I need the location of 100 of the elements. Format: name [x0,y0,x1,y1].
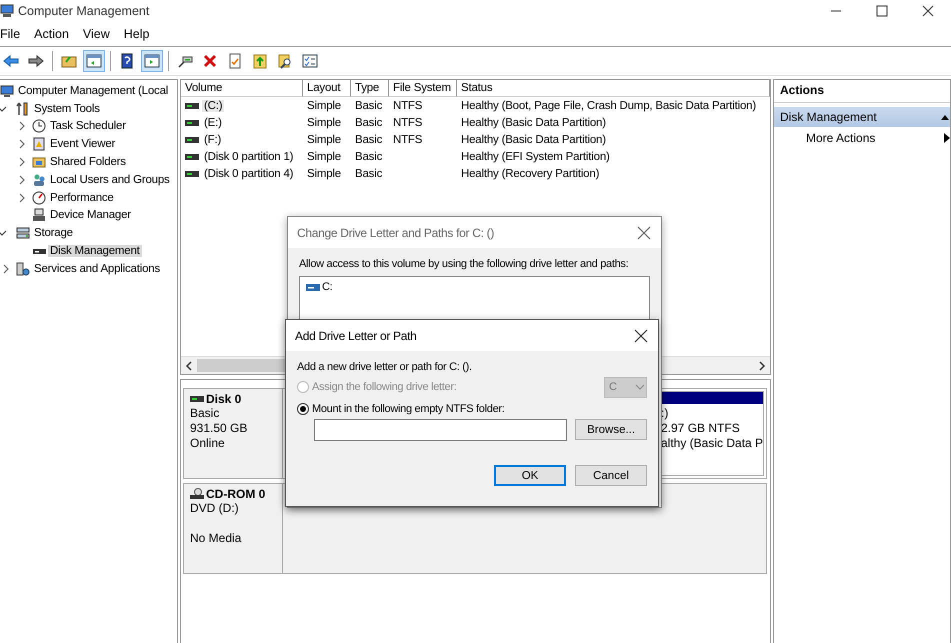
tree-item[interactable]: Device Manager [48,209,133,222]
option-label: Assign the following drive letter: [312,381,456,393]
computer-icon [0,4,14,18]
table-cell: Simple [307,151,341,164]
properties-icon [227,53,243,69]
column-header[interactable]: Volume [181,80,303,97]
path-item[interactable]: C: [322,281,332,293]
folder-path-field[interactable] [314,419,568,441]
services-icon [16,262,30,276]
table-cell[interactable]: (Disk 0 partition 4) [202,168,296,180]
clock-icon [32,119,46,134]
dialog-prompt: Add a new drive letter or path for C: (). [297,361,473,373]
disk-info: DVD (D:) [190,501,239,515]
table-cell: NTFS [393,100,422,112]
submenu-arrow-icon [942,133,950,143]
menu-item[interactable]: Help [116,27,156,41]
option-label: Mount in the following empty NTFS folder: [312,403,505,415]
cd-drive-icon [190,488,204,500]
action-pane-icon [144,53,160,69]
collapse-icon[interactable] [940,113,950,121]
table-cell: Healthy (Basic Data Partition) [461,134,606,146]
column-header[interactable]: Type [351,80,389,97]
action-item[interactable]: More Actions [774,127,950,149]
tree-item[interactable]: Services and Applications [32,262,162,275]
table-cell: Basic [355,151,382,164]
toolbar-button[interactable] [141,50,163,72]
checklist-icon [302,53,318,69]
help-icon [119,53,135,69]
tree-item[interactable]: Performance [48,192,116,204]
export-icon [252,53,268,69]
disk-status: Online [190,436,225,450]
tree-item[interactable]: Local Users and Groups [48,174,172,186]
computer-icon [0,84,14,98]
device-icon [32,208,46,222]
table-cell: Healthy (Boot, Page File, Crash Dump, Basic Data Partition) [461,100,756,112]
disk-info: Basic [190,406,220,420]
partition-label: :) [661,406,670,421]
partition-block[interactable]: :) 2.97 GB NTFS althy (Basic Data P [659,391,764,476]
table-cell: Basic [355,116,382,129]
tree-item[interactable]: Shared Folders [48,156,128,168]
table-cell: Healthy (Recovery Partition) [461,168,600,180]
table-cell[interactable]: (E:) [202,116,224,129]
console-pane-icon [86,53,102,69]
window-title: Computer Management [18,4,150,18]
drive-icon [185,120,199,126]
dialog-title: Change Drive Letter and Paths for C: () [297,226,496,240]
dialog-button[interactable]: Cancel [575,465,647,486]
tree-item[interactable]: System Tools [32,102,102,115]
search-icon [277,53,293,69]
action-group[interactable]: Disk Management [774,107,950,127]
table-cell: Simple [307,100,341,112]
radio-button[interactable] [297,403,309,415]
tools-icon [16,102,30,116]
tree-item[interactable]: Disk Management [48,245,142,258]
tree-item[interactable]: Computer Management (Local [16,84,170,97]
browse-button[interactable]: Browse... [575,419,647,440]
menu-item[interactable]: View [76,27,117,41]
table-cell: NTFS [393,134,422,146]
disk-status: No Media [190,531,242,545]
storage-icon [16,226,30,240]
drive-icon [185,136,199,143]
partition-size: 2.97 GB NTFS [661,421,741,436]
column-header[interactable]: Layout [303,80,351,97]
table-cell: NTFS [393,116,422,129]
tree-item[interactable]: Storage [32,227,75,240]
table-cell: Simple [307,116,341,129]
gauge-icon [32,190,46,205]
partition-status: althy (Basic Data P [661,436,762,451]
table-cell: Healthy (Basic Data Partition) [461,116,606,129]
drive-icon [185,102,199,109]
column-header[interactable]: Status [457,80,770,97]
tree-item[interactable]: Task Scheduler [48,120,128,132]
forward-arrow-icon [28,53,44,69]
table-cell: Basic [355,168,382,180]
drive-icon [306,284,320,290]
log-icon [32,137,46,152]
column-header[interactable]: File System [389,80,457,97]
dropdown-caret-icon [634,383,646,391]
disk-info: 931.50 GB [190,421,248,435]
users-icon [32,172,46,187]
table-cell: Basic [355,134,382,146]
dialog-button[interactable]: OK [494,465,566,486]
tree-item[interactable]: Event Viewer [48,138,118,150]
back-arrow-icon [3,53,19,69]
table-cell: Simple [307,168,341,180]
toolbar-button[interactable] [83,50,105,72]
menu-item[interactable]: File [0,27,28,41]
table-cell[interactable]: (C:) [202,100,224,112]
actions-header: Actions [774,80,950,103]
table-cell[interactable]: (F:) [202,134,224,146]
table-cell[interactable]: (Disk 0 partition 1) [202,151,296,164]
dialog-prompt: Allow access to this volume by using the following drive letter and paths: [299,258,630,270]
disk-name: Disk 0 [206,392,242,406]
close-icon[interactable] [634,328,648,342]
table-cell: Healthy (EFI System Partition) [461,151,610,164]
menu-item[interactable]: Action [27,27,76,41]
drive-icon [185,154,199,160]
disk-name: CD-ROM 0 [206,487,266,501]
table-cell: Simple [307,134,341,146]
drive-icon [185,171,199,178]
